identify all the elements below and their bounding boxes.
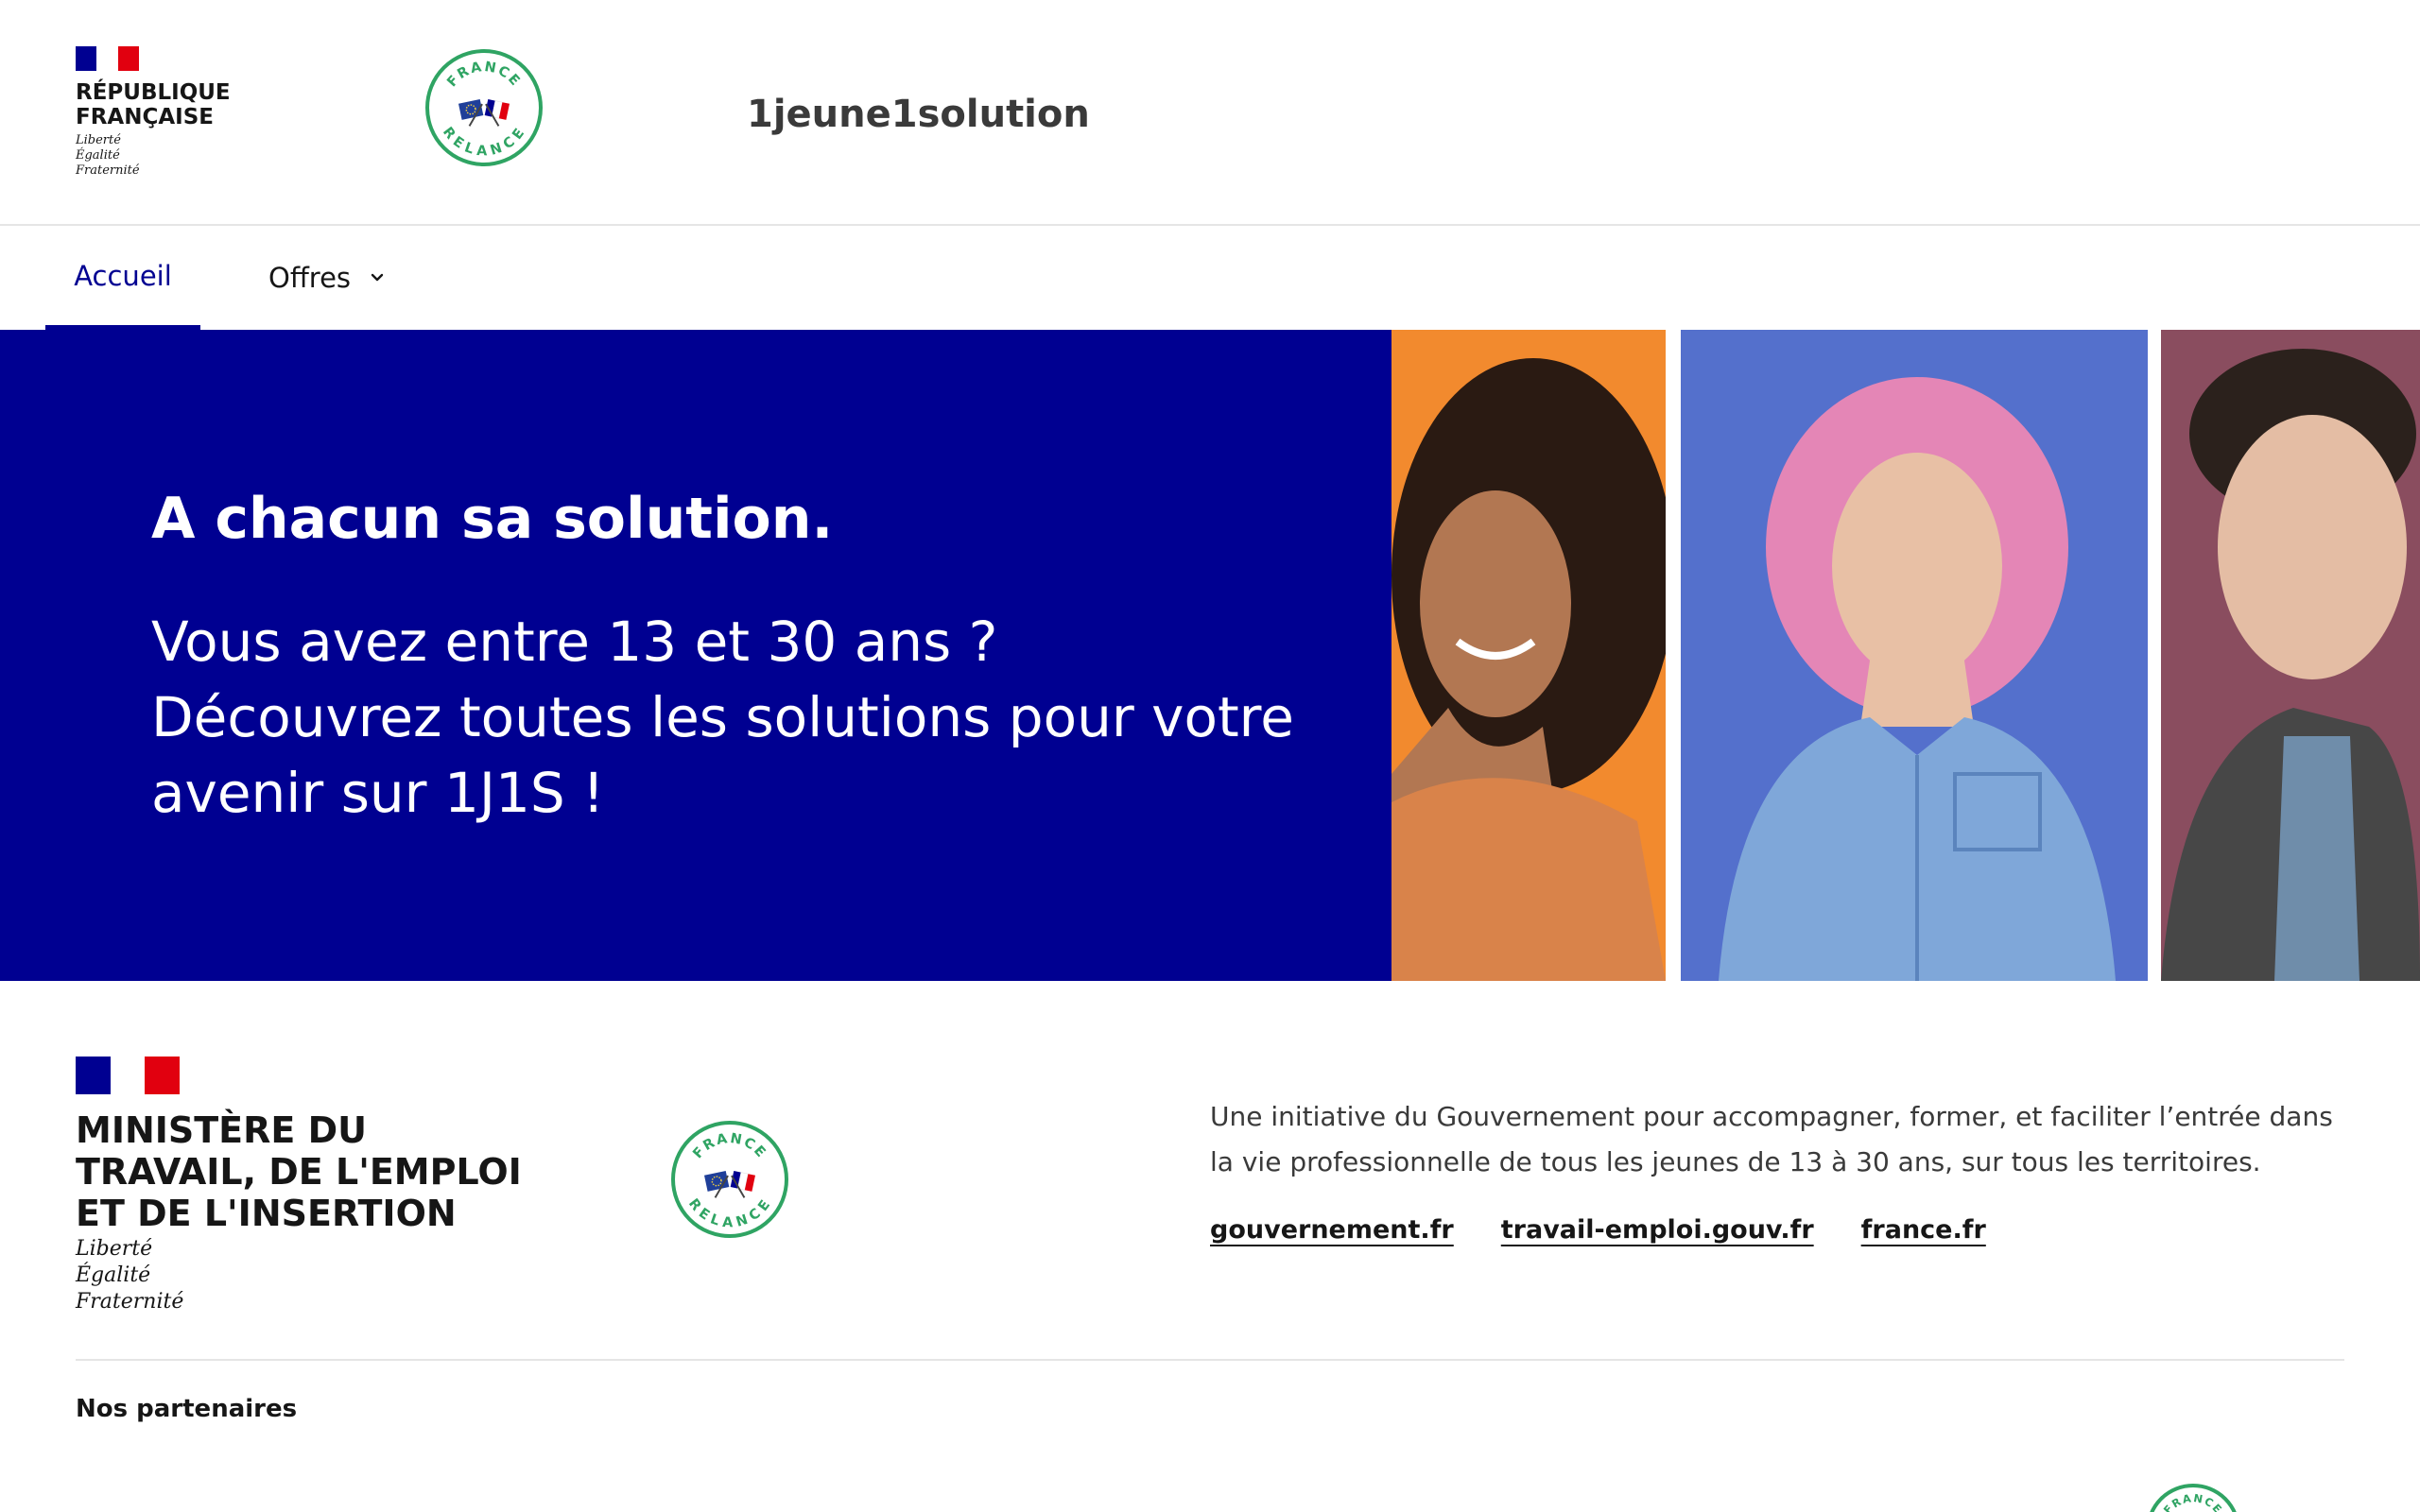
- hero-photo-young-man: [2161, 330, 2420, 981]
- motto-egalite: Égalité: [76, 148, 120, 163]
- hero-title: A chacun sa solution.: [151, 486, 834, 552]
- ministry-name[interactable]: MINISTÈRE DU TRAVAIL, DE L'EMPLOI ET DE …: [76, 1109, 522, 1234]
- footer-links: gouvernement.fr travail-emploi.gouv.fr f…: [1210, 1215, 2033, 1245]
- site-footer: MINISTÈRE DU TRAVAIL, DE L'EMPLOI ET DE …: [0, 981, 2420, 1512]
- link-travail-emploi[interactable]: travail-emploi.gouv.fr: [1501, 1215, 1814, 1245]
- relance-top-text: FRANCE: [444, 60, 521, 90]
- motto-egalite: Égalité: [76, 1263, 151, 1287]
- main-navigation: Accueil Offres: [0, 226, 2420, 330]
- footer-divider: [76, 1359, 2344, 1361]
- republic-motto: Liberté Égalité Fraternité: [76, 133, 231, 179]
- hero-text-panel: A chacun sa solution. Vous avez entre 13…: [0, 330, 1392, 981]
- initiative-description: Une initiative du Gouvernement pour acco…: [1210, 1101, 2333, 1177]
- svg-text:FRANCE: FRANCE: [444, 60, 523, 90]
- france-relance-badge: FRANCE RELANCE: [425, 49, 543, 166]
- hero-subtitle: Vous avez entre 13 et 30 ans ? Découvrez…: [151, 610, 1294, 825]
- nav-item-label: Offres: [268, 262, 352, 294]
- link-gouvernement[interactable]: gouvernement.fr: [1210, 1215, 1454, 1245]
- nav-item-accueil[interactable]: Accueil: [45, 226, 200, 330]
- relance-bottom-text: RELANCE: [440, 125, 527, 160]
- relance-bottom-text: RELANCE: [685, 1196, 772, 1231]
- motto-liberte: Liberté: [76, 1237, 153, 1261]
- motto-fraternite: Fraternité: [76, 1290, 184, 1314]
- site-header: RÉPUBLIQUE FRANÇAISE Liberté Égalité Fra…: [0, 0, 2420, 226]
- hero-photo-curly-hair-woman: [1392, 330, 1666, 981]
- nav-item-label: Accueil: [74, 259, 172, 292]
- ministry-line: TRAVAIL, DE L'EMPLOI: [76, 1151, 522, 1193]
- svg-text:FRANCE: FRANCE: [2161, 1491, 2225, 1512]
- france-relance-badge: FRANCE RELANCE: [671, 1121, 788, 1238]
- marianne-flag-logo: [76, 1057, 181, 1094]
- svg-text:RELANCE: RELANCE: [685, 1196, 774, 1231]
- republique-francaise-logo[interactable]: RÉPUBLIQUE FRANÇAISE Liberté Égalité Fra…: [76, 46, 231, 179]
- relance-top-text: FRANCE: [2161, 1491, 2224, 1512]
- site-name[interactable]: 1jeune1solution: [747, 93, 1090, 136]
- nav-item-offres[interactable]: Offres: [268, 226, 385, 330]
- motto-liberte: Liberté: [76, 133, 121, 147]
- republic-motto: Liberté Égalité Fraternité: [76, 1236, 183, 1315]
- hero-photo-pink-hair-woman: [1681, 330, 2148, 981]
- marianne-flag-logo: [76, 46, 139, 71]
- svg-text:FRANCE: FRANCE: [690, 1131, 769, 1161]
- partners-title: Nos partenaires: [76, 1395, 298, 1423]
- republique-label: RÉPUBLIQUE: [76, 80, 231, 105]
- relance-top-text: FRANCE: [690, 1131, 767, 1161]
- france-relance-badge: FRANCE: [2146, 1484, 2240, 1512]
- ministry-line: ET DE L'INSERTION: [76, 1193, 457, 1234]
- republique-francaise-text: RÉPUBLIQUE FRANÇAISE: [76, 80, 231, 129]
- ministry-line: MINISTÈRE DU: [76, 1109, 367, 1151]
- hero-banner: A chacun sa solution. Vous avez entre 13…: [0, 330, 2420, 981]
- motto-fraternite: Fraternité: [76, 163, 140, 178]
- chevron-down-icon: [371, 273, 384, 282]
- francaise-label: FRANÇAISE: [76, 105, 214, 129]
- link-france[interactable]: france.fr: [1861, 1215, 1986, 1245]
- svg-text:RELANCE: RELANCE: [440, 125, 528, 160]
